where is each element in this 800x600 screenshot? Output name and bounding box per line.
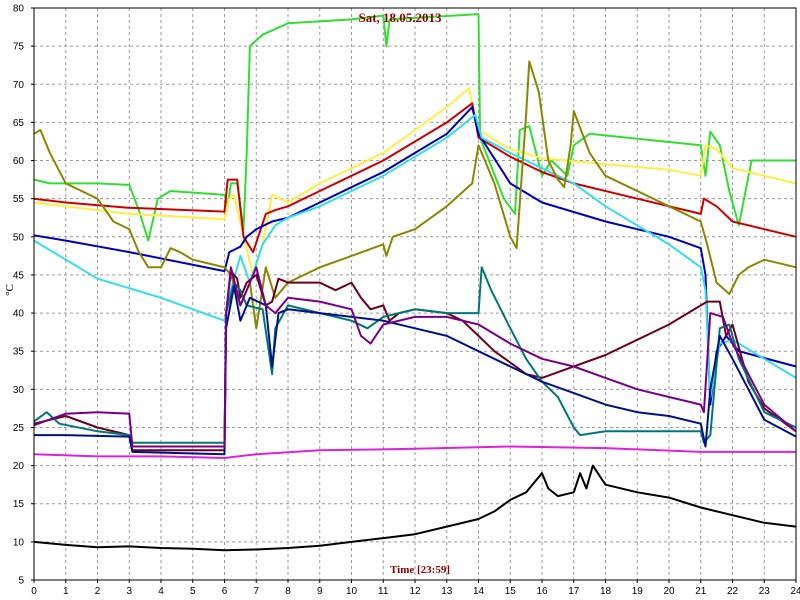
y-tick-label: 50 bbox=[13, 232, 25, 243]
x-tick-label: 5 bbox=[190, 586, 196, 597]
x-tick-label: 7 bbox=[253, 586, 259, 597]
x-tick-labels: 0 1 2 3 4 5 6 7 8 9 10 11 12 13 14 15 16 17 18 19 20 21 22 23 24 bbox=[31, 580, 800, 597]
chart-title: Sat, 18.05.2013 bbox=[358, 10, 442, 25]
y-tick-label: 65 bbox=[13, 118, 25, 129]
y-tick-label: 40 bbox=[13, 309, 25, 320]
x-tick-label: 22 bbox=[727, 586, 739, 597]
x-tick-label: 12 bbox=[409, 586, 421, 597]
y-tick-label: 70 bbox=[13, 80, 25, 91]
y-tick-label: 75 bbox=[13, 42, 25, 53]
x-tick-label: 6 bbox=[222, 586, 228, 597]
y-tick-label: 15 bbox=[13, 499, 25, 510]
line-chart: 0 1 2 3 4 5 6 7 8 9 10 11 12 13 14 15 16 17 18 19 20 21 22 23 24… bbox=[4, 4, 800, 598]
y-tick-label: 35 bbox=[13, 347, 25, 358]
y-tick-label: 5 bbox=[18, 576, 24, 587]
x-tick-label: 20 bbox=[663, 586, 675, 597]
y-tick-label: 45 bbox=[13, 270, 25, 281]
y-tick-label: 60 bbox=[13, 156, 25, 167]
x-tick-label: 16 bbox=[536, 586, 548, 597]
x-tick-label: 14 bbox=[473, 586, 485, 597]
y-axis-label: °C bbox=[4, 284, 16, 296]
x-tick-label: 4 bbox=[158, 586, 164, 597]
y-tick-label: 55 bbox=[13, 194, 25, 205]
x-tick-label: 3 bbox=[126, 586, 132, 597]
x-tick-label: 0 bbox=[31, 586, 37, 597]
x-tick-label: 24 bbox=[790, 586, 800, 597]
x-tick-label: 13 bbox=[441, 586, 453, 597]
x-tick-label: 19 bbox=[632, 586, 644, 597]
y-tick-label: 10 bbox=[13, 537, 25, 548]
x-tick-label: 8 bbox=[285, 586, 291, 597]
y-tick-labels: 5 10 15 20 25 30 35 40 45 50 55 60 65 70 75 80 bbox=[13, 4, 34, 587]
x-tick-label: 10 bbox=[346, 586, 358, 597]
y-tick-label: 20 bbox=[13, 461, 25, 472]
x-tick-label: 11 bbox=[378, 586, 389, 597]
x-tick-label: 18 bbox=[600, 586, 612, 597]
x-tick-label: 1 bbox=[63, 586, 69, 597]
y-tick-label: 80 bbox=[13, 4, 25, 15]
y-tick-label: 25 bbox=[13, 423, 25, 434]
y-tick-label: 30 bbox=[13, 385, 25, 396]
x-tick-label: 23 bbox=[759, 586, 771, 597]
x-tick-label: 21 bbox=[695, 586, 707, 597]
x-tick-label: 15 bbox=[505, 586, 517, 597]
x-tick-label: 9 bbox=[317, 586, 323, 597]
x-tick-label: 2 bbox=[95, 586, 101, 597]
x-axis-label: Time [23:59] bbox=[390, 564, 450, 576]
x-tick-label: 17 bbox=[568, 586, 580, 597]
